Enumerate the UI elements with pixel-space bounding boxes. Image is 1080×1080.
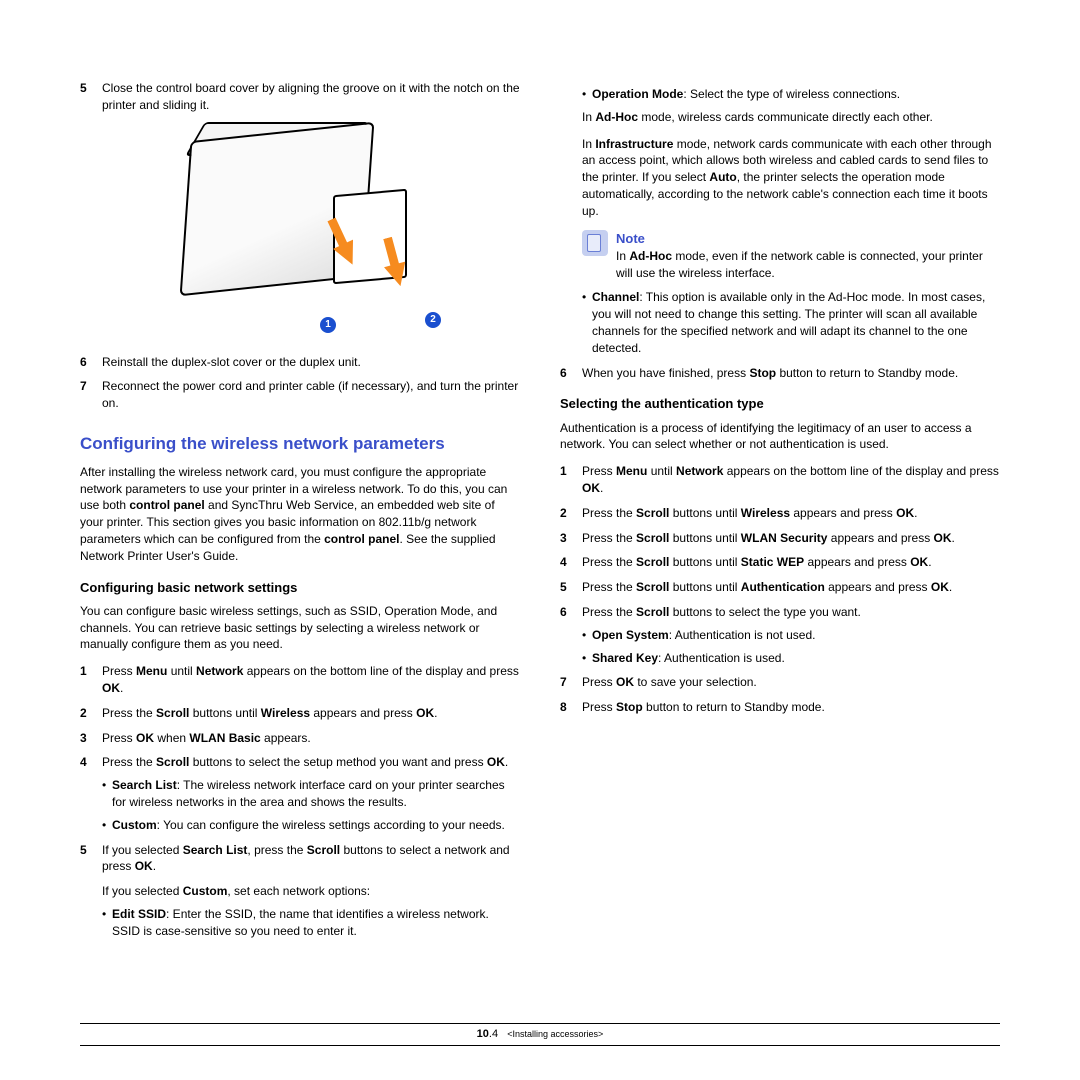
infra-para: In Infrastructure mode, network cards co…: [582, 136, 1000, 220]
page-footer: 10.4 <Installing accessories>: [80, 1023, 1000, 1046]
auth-step-8: 8 Press Stop button to return to Standby…: [560, 699, 1000, 716]
auth-step-3: 3 Press the Scroll buttons until WLAN Se…: [560, 530, 1000, 547]
note-block: Note In Ad-Hoc mode, even if the network…: [582, 230, 1000, 282]
basic-step-5: 5 If you selected Search List, press the…: [80, 842, 520, 940]
right-column: •Operation Mode: Select the type of wire…: [560, 80, 1000, 948]
auth-step-6: 6 Press the Scroll buttons to select the…: [560, 604, 1000, 666]
basic-step-2: 2 Press the Scroll buttons until Wireles…: [80, 705, 520, 722]
callout-2: 2: [425, 312, 441, 328]
step-7: 7 Reconnect the power cord and printer c…: [80, 378, 520, 412]
note-label: Note: [616, 230, 1000, 248]
auth-step-1: 1 Press Menu until Network appears on th…: [560, 463, 1000, 497]
note-icon: [582, 230, 608, 256]
auth-intro: Authentication is a process of identifyi…: [560, 420, 1000, 454]
basic-step-1: 1 Press Menu until Network appears on th…: [80, 663, 520, 697]
basic-step-4: 4 Press the Scroll buttons to select the…: [80, 754, 520, 833]
channel-bullet: •Channel: This option is available only …: [582, 289, 1000, 356]
auth-step-7: 7 Press OK to save your selection.: [560, 674, 1000, 691]
intro-paragraph: After installing the wireless network ca…: [80, 464, 520, 565]
step-5: 5 Close the control board cover by align…: [80, 80, 520, 114]
printer-diagram: 1 2: [165, 122, 435, 342]
heading-config-wireless: Configuring the wireless network paramet…: [80, 432, 520, 456]
heading-basic-settings: Configuring basic network settings: [80, 579, 520, 597]
right-step-6: 6 When you have finished, press Stop but…: [560, 365, 1000, 382]
auth-step-4: 4 Press the Scroll buttons until Static …: [560, 554, 1000, 571]
opmode-bullet: •Operation Mode: Select the type of wire…: [582, 86, 1000, 103]
basic-intro: You can configure basic wireless setting…: [80, 603, 520, 653]
step-6: 6 Reinstall the duplex-slot cover or the…: [80, 354, 520, 371]
adhoc-para: In Ad-Hoc mode, wireless cards communica…: [582, 109, 1000, 126]
auth-step-2: 2 Press the Scroll buttons until Wireles…: [560, 505, 1000, 522]
basic-step-3: 3 Press OK when WLAN Basic appears.: [80, 730, 520, 747]
callout-1: 1: [320, 317, 336, 333]
note-text: In Ad-Hoc mode, even if the network cabl…: [616, 248, 1000, 282]
heading-auth: Selecting the authentication type: [560, 395, 1000, 413]
auth-step-5: 5 Press the Scroll buttons until Authent…: [560, 579, 1000, 596]
left-column: 5 Close the control board cover by align…: [80, 80, 520, 948]
